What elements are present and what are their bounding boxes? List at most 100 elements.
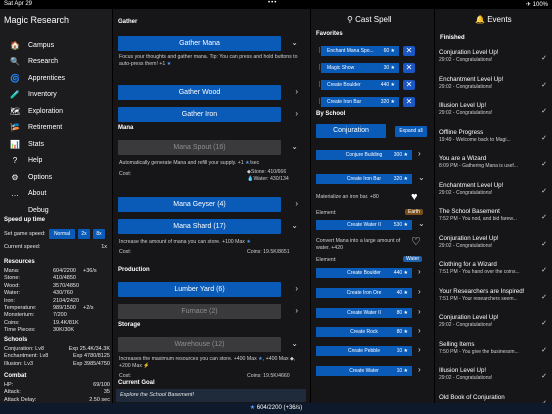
remove-favorite-icon[interactable]: ✕ <box>403 80 415 90</box>
sidebar-item-campus[interactable]: 🏠 Campus <box>0 37 112 54</box>
furnace-button[interactable]: Furnace (2) <box>118 304 281 319</box>
spell-button[interactable]: Conjure Building 300 ★ <box>316 150 412 160</box>
finished-event-item[interactable]: You are a Wizard 8:09 PM - Gathering Mana… <box>439 155 551 169</box>
warehouse-button[interactable]: Warehouse (12) <box>118 337 281 352</box>
resource-name: Iron: <box>4 297 16 304</box>
mana-spout-description: Automatically generate Mana and refill y… <box>119 160 260 166</box>
mana-spout-button[interactable]: Mana Spout (16) <box>118 140 281 155</box>
chevron-right-icon[interactable]: › <box>418 149 421 158</box>
finished-event-item[interactable]: The School Basement 7:52 PM - You nod, an… <box>439 208 551 222</box>
chevron-right-icon[interactable]: › <box>418 287 421 296</box>
remove-favorite-icon[interactable]: ✕ <box>403 46 415 56</box>
sidebar-item-stats[interactable]: 📊 Stats <box>0 136 112 153</box>
sidebar-item-about[interactable]: … About <box>0 186 112 203</box>
heart-icon[interactable]: ♥ <box>411 191 418 203</box>
spell-button[interactable]: Create Water 10 ★ <box>316 366 412 376</box>
school-exp: Exp 25.4K/34.3K <box>68 346 110 352</box>
status-right: ✈ 100% <box>525 2 548 8</box>
chevron-right-icon[interactable]: › <box>418 326 421 335</box>
chevron-right-icon[interactable]: › <box>295 284 298 293</box>
speed-8x-button[interactable]: 8x <box>93 229 105 239</box>
resource-value: 604/2200 <box>53 268 76 274</box>
spell-button[interactable]: Create Rock 80 ★ <box>316 327 412 337</box>
sidebar-item-help[interactable]: ? Help <box>0 153 112 170</box>
chevron-right-icon[interactable]: › <box>295 199 298 208</box>
finished-event-item[interactable]: Clothing for a Wizard 7:51 PM - You hand … <box>439 261 551 275</box>
gather-wood-button[interactable]: Gather Wood <box>118 85 281 100</box>
mana-geyser-button[interactable]: Mana Geyser (4) <box>118 197 281 212</box>
chevron-down-icon[interactable]: ⌄ <box>291 38 298 47</box>
finished-event-item[interactable]: Conjuration Level Up! 29:02 - Congratulat… <box>439 314 551 328</box>
finished-event-item[interactable]: Enchantment Level Up! 29:02 - Congratulat… <box>439 182 551 196</box>
finished-event-item[interactable]: Old Book of Conjuration ✓ <box>439 394 551 404</box>
spell-button[interactable]: Create Water II 530 ★ <box>316 220 412 230</box>
favorite-spell-cost: 60 ★ <box>383 48 395 54</box>
sidebar-item-retirement[interactable]: 🎏 Retirement <box>0 120 112 137</box>
sidebar-item-inventory[interactable]: 🧪 Inventory <box>0 87 112 104</box>
speed-normal-button[interactable]: Normal <box>49 229 75 239</box>
remove-favorite-icon[interactable]: ✕ <box>403 97 415 107</box>
finished-event-item[interactable]: Offline Progress 19:49 - Welcome back to … <box>439 129 551 143</box>
finished-event-item[interactable]: Illusion Level Up! 29:02 - Congratulation… <box>439 367 551 381</box>
heart-outline-icon[interactable]: ♡ <box>411 235 421 248</box>
chevron-right-icon[interactable]: › <box>295 109 298 118</box>
chevron-down-icon[interactable]: ⌄ <box>291 339 298 348</box>
resource-rate: +36/s <box>83 268 97 274</box>
event-subtitle: 7:52 PM - You nod, and bid farew... <box>439 216 517 222</box>
resource-name: Water: <box>4 290 20 297</box>
spell-button[interactable]: Create Iron Ore 40 ★ <box>316 288 412 298</box>
sidebar-item-exploration[interactable]: 🗺 Exploration <box>0 103 112 120</box>
gather-mana-button[interactable]: Gather Mana <box>118 36 281 51</box>
event-subtitle: 7:50 PM - You give the businessm... <box>439 348 519 355</box>
favorite-spell-button[interactable]: Create Iron Bar 320 ★ <box>321 97 399 107</box>
favorite-spell-button[interactable]: Create Boulder 440 ★ <box>321 80 399 90</box>
chevron-down-icon[interactable]: ⌄ <box>291 221 298 230</box>
spell-label: Create Boulder <box>347 270 381 276</box>
favorite-spell-button[interactable]: Magic Show 30 ★ <box>321 63 399 73</box>
schools-title: Schools <box>4 337 28 343</box>
finished-event-item[interactable]: Conjuration Level Up! 29:02 - Congratulat… <box>439 235 551 249</box>
bell-icon: 🔔 <box>475 15 485 24</box>
favorites-title: Favorites <box>316 31 343 37</box>
school-name: Conjuration: Lv8 <box>4 346 45 352</box>
school-conjuration-button[interactable]: Conjuration <box>316 124 386 138</box>
combat-row: Attack: 35 <box>4 389 110 396</box>
remove-favorite-icon[interactable]: ✕ <box>403 63 415 73</box>
speed-2x-button[interactable]: 2x <box>78 229 90 239</box>
spell-button[interactable]: Create Boulder 440 ★ <box>316 268 412 278</box>
spell-button[interactable]: Create Pebble 10 ★ <box>316 346 412 356</box>
chevron-right-icon[interactable]: › <box>295 306 298 315</box>
resource-name: Mana: <box>4 268 20 274</box>
spell-button[interactable]: Create Iron Bar 320 ★ <box>316 174 412 184</box>
sidebar-item-research[interactable]: 🔍 Research <box>0 54 112 71</box>
resource-name: Stone: <box>4 275 20 282</box>
finished-event-item[interactable]: Your Researchers are Inspired! 7:51 PM - … <box>439 288 551 302</box>
resource-row: Time Pieces: 30K/30K <box>4 327 110 334</box>
finished-event-item[interactable]: Conjuration Level Up! 29:02 - Congratulat… <box>439 49 551 63</box>
gather-iron-button[interactable]: Gather Iron <box>118 107 281 122</box>
chevron-down-icon[interactable]: ⌄ <box>418 219 425 228</box>
finished-event-item[interactable]: Enchantment Level Up! 29:02 - Congratulat… <box>439 76 551 90</box>
chevron-down-icon[interactable]: ⌄ <box>418 173 425 182</box>
lumber-yard-button[interactable]: Lumber Yard (6) <box>118 282 281 297</box>
expand-all-button[interactable]: Expand all <box>395 126 427 137</box>
resources-list: Mana: 604/2200 +36/s Stone: 410/4850 Wood: 357… <box>4 268 110 335</box>
spell-button[interactable]: Create Water II 80 ★ <box>316 308 412 318</box>
spell-cost: 10 ★ <box>396 348 408 354</box>
finished-event-item[interactable]: Illusion Level Up! 29:02 - Congratulation… <box>439 102 551 116</box>
chevron-right-icon[interactable]: › <box>295 87 298 96</box>
sidebar-item-apprentices[interactable]: 🌀 Apprentices <box>0 70 112 87</box>
cost-value: 40 <box>396 290 403 296</box>
chevron-right-icon[interactable]: › <box>418 345 421 354</box>
chevron-down-icon[interactable]: ⌄ <box>291 142 298 151</box>
favorite-spell-button[interactable]: Enchant Mana Spo... 60 ★ <box>321 46 399 56</box>
chevron-right-icon[interactable]: › <box>418 267 421 276</box>
spell-label: Create Iron Ore <box>346 290 382 296</box>
mana-shard-button[interactable]: Mana Shard (17) <box>118 219 281 234</box>
sidebar-item-options[interactable]: ⚙ Options <box>0 169 112 186</box>
chevron-right-icon[interactable]: › <box>418 307 421 316</box>
resource-rate: +2/s <box>83 304 94 311</box>
checkmark-icon: ✓ <box>541 240 547 248</box>
finished-event-item[interactable]: Selling Items 7:50 PM - You give the busi… <box>439 341 551 355</box>
chevron-right-icon[interactable]: › <box>418 365 421 374</box>
